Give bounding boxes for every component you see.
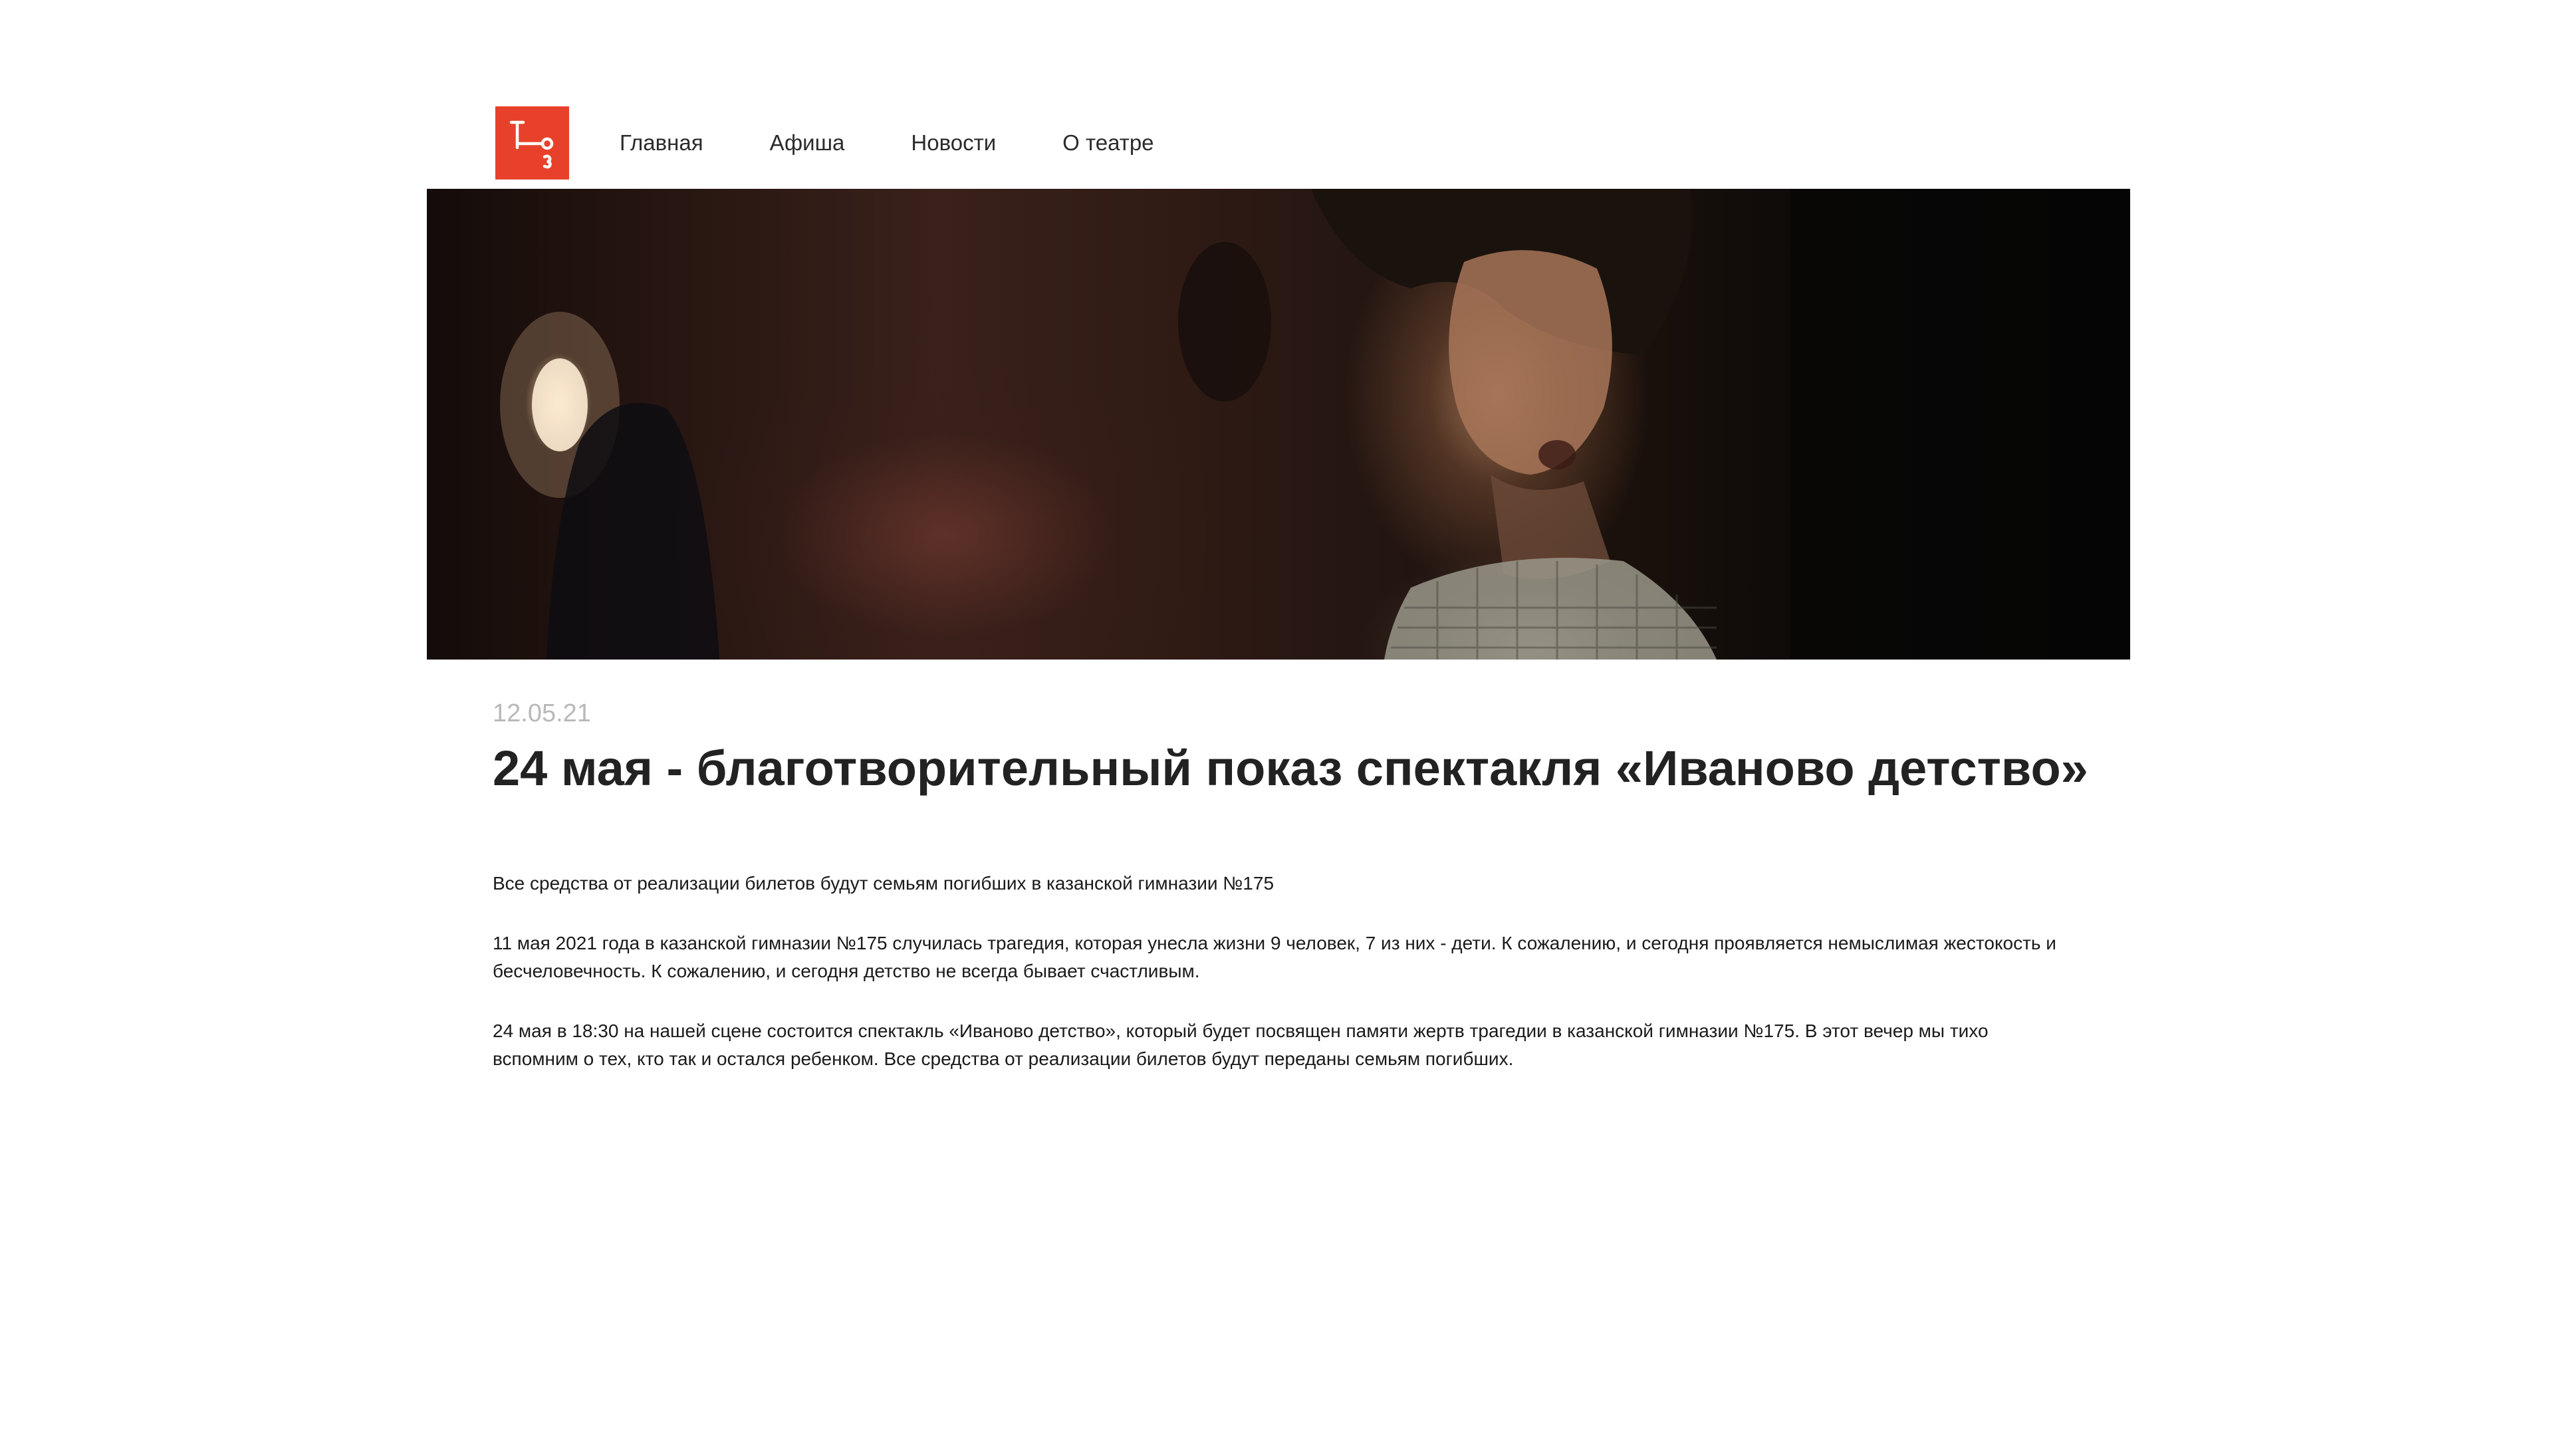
theatre-logo[interactable]: [495, 106, 569, 180]
nav-item-news[interactable]: Новости: [911, 127, 996, 159]
article-paragraph: Все средства от реализации билетов будут…: [493, 873, 1275, 894]
article-paragraph: 11 мая 2021 года в казанской гимназии №1…: [493, 933, 2056, 981]
article-title: 24 мая - благотворительный показ спектак…: [493, 741, 2088, 796]
main-nav: Главная Афиша Новости О театре: [620, 127, 1221, 159]
nav-item-home[interactable]: Главная: [620, 127, 703, 159]
theatre-logo-icon: [509, 120, 554, 169]
article-body: Все средства от реализации билетов будут…: [493, 870, 2068, 1105]
article-date: 12.05.21: [493, 699, 591, 727]
nav-item-about[interactable]: О театре: [1062, 127, 1154, 159]
hero-image: [427, 189, 2130, 660]
article-paragraph: 24 мая в 18:30 на нашей сцене состоится …: [493, 1021, 1989, 1069]
nav-item-afisha[interactable]: Афиша: [770, 127, 845, 159]
hero-scene: [500, 189, 2130, 660]
